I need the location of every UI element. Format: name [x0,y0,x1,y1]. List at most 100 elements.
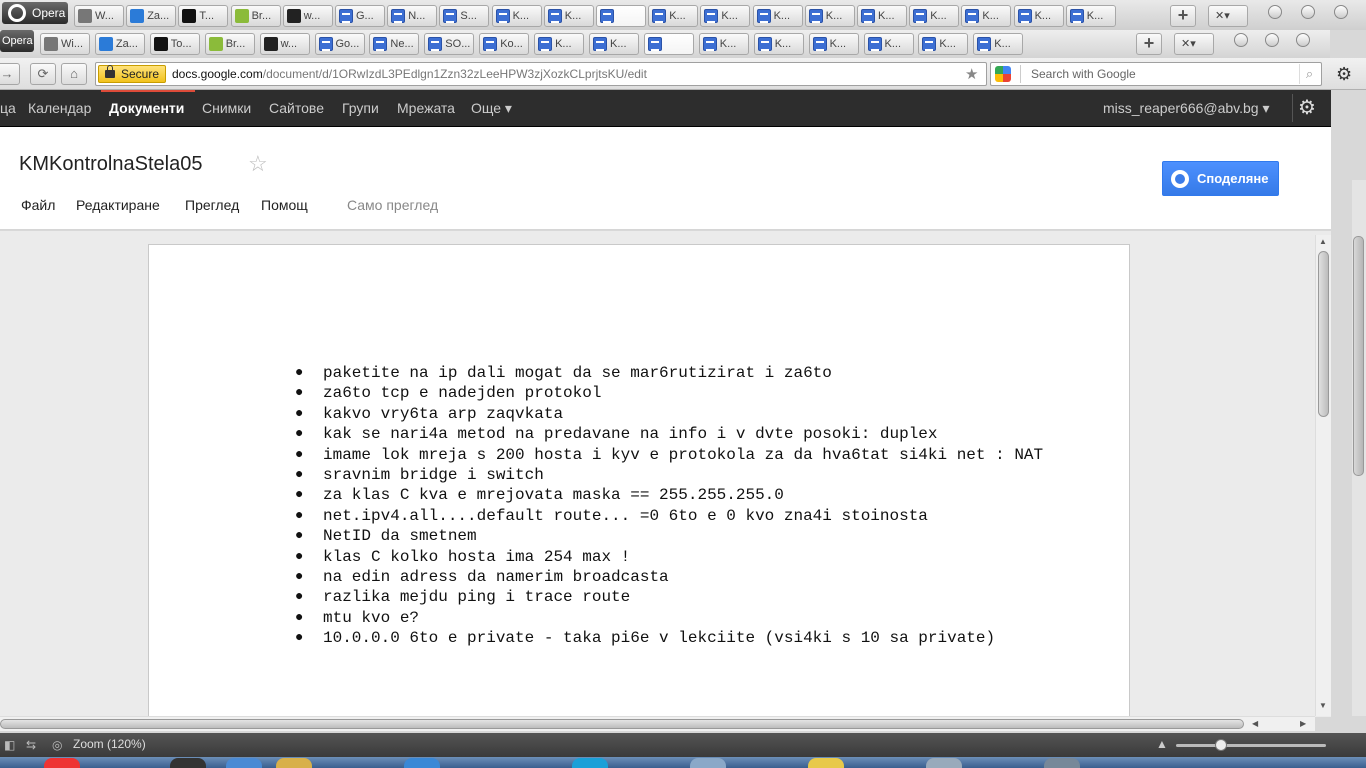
share-status-icon[interactable]: ⇆ [26,738,36,752]
closed-tabs-button[interactable]: ✕▾ [1208,5,1248,27]
gbar-item-more[interactable]: Още ▾ [471,100,512,117]
browser-tab[interactable]: T... [178,5,229,27]
browser-tab[interactable]: K... [973,33,1024,55]
browser-tab[interactable]: K... [909,5,960,27]
browser-tab[interactable]: K... [1013,5,1064,27]
new-tab-button[interactable]: + [1170,5,1196,27]
browser-tab[interactable]: Br... [204,33,255,55]
browser-tab[interactable]: w... [259,33,310,55]
taskbar-app-icon[interactable] [404,758,440,768]
browser-tab[interactable]: K... [589,33,639,55]
taskbar-app-icon[interactable] [572,758,608,768]
share-button[interactable]: Споделяне [1162,161,1279,196]
browser-tab[interactable]: Za... [126,5,177,27]
browser-tab[interactable]: N... [387,5,438,27]
gbar-item-calendar[interactable]: Календар [28,100,91,116]
gear-icon[interactable]: ⚙ [1298,95,1316,120]
gbar-item-groups[interactable]: Групи [342,100,379,116]
minimize-button-secondary[interactable] [1234,33,1248,47]
browser-tab[interactable]: K... [808,33,859,55]
browser-tab[interactable]: K... [1065,5,1116,27]
star-icon[interactable]: ☆ [248,151,268,177]
search-engine-selector[interactable] [993,65,1021,83]
browser-tab[interactable]: K... [700,5,751,27]
taskbar-app-icon[interactable] [808,758,844,768]
scroll-up-arrow-icon[interactable]: ▲ [1319,237,1327,246]
browser-tab[interactable]: K... [491,5,542,27]
secure-badge[interactable]: Secure [98,65,167,83]
opera-settings-gear-icon[interactable]: ⚙ [1336,64,1352,85]
browser-tab[interactable]: K... [753,33,804,55]
browser-tab[interactable]: W... [74,5,124,27]
browser-tab[interactable]: K... [698,33,749,55]
scroll-left-arrow-icon[interactable]: ◀ [1252,719,1258,728]
scroll-down-arrow-icon[interactable]: ▼ [1319,701,1327,710]
home-button[interactable]: ⌂ [61,63,87,85]
document-horizontal-scrollbar[interactable]: ◀ ▶ [0,716,1315,731]
reload-button[interactable]: ⟳ [30,63,56,85]
browser-tab[interactable]: Ko... [479,33,530,55]
close-window-button[interactable] [1334,5,1348,19]
browser-tab[interactable]: K... [863,33,914,55]
browser-tab[interactable]: G... [335,5,385,27]
vertical-scroll-thumb[interactable] [1318,251,1329,417]
browser-tab[interactable] [643,33,694,55]
page-vertical-scrollbar[interactable] [1352,180,1366,716]
bookmark-star-icon[interactable]: ★ [965,65,978,83]
zoom-slider-handle[interactable] [1215,739,1227,751]
url-field[interactable]: Secure docs.google.com/document/d/1ORwIz… [95,62,987,86]
gbar-item-partial[interactable]: ца [0,100,16,116]
menu-view[interactable]: Преглед [185,197,239,213]
closed-tabs-button-secondary[interactable]: ✕▾ [1174,33,1214,55]
search-field[interactable]: Search with Google ⌕ [990,62,1322,86]
panel-toggle-icon[interactable]: ◧ [4,738,15,752]
minimize-button[interactable] [1268,5,1282,19]
close-window-button-secondary[interactable] [1296,33,1310,47]
taskbar-app-icon[interactable] [276,758,312,768]
menu-file[interactable]: Файл [21,197,55,213]
browser-tab[interactable]: Wi... [40,33,90,55]
browser-tab[interactable]: S... [439,5,490,27]
taskbar-app-icon[interactable] [690,758,726,768]
taskbar-opera-icon[interactable] [44,758,80,768]
browser-tab[interactable]: K... [543,5,594,27]
opera-menu-button-secondary[interactable]: Opera [0,30,34,52]
forward-button[interactable]: → [0,63,20,85]
browser-tab[interactable]: w... [282,5,333,27]
opera-menu-button[interactable]: Opera [2,2,68,24]
browser-tab[interactable]: To... [149,33,200,55]
taskbar-app-icon[interactable] [226,758,262,768]
taskbar-app-icon[interactable] [1044,758,1080,768]
browser-tab[interactable]: Br... [230,5,281,27]
browser-tab[interactable] [596,5,646,27]
browser-tab[interactable]: K... [918,33,969,55]
browser-tab[interactable]: K... [804,5,855,27]
menu-edit[interactable]: Редактиране [76,197,160,213]
maximize-button-secondary[interactable] [1265,33,1279,47]
scroll-right-arrow-icon[interactable]: ▶ [1300,719,1306,728]
browser-tab[interactable]: K... [648,5,699,27]
taskbar-app-icon[interactable] [170,758,206,768]
page-scroll-thumb[interactable] [1353,236,1364,476]
zoom-slider[interactable] [1176,744,1326,747]
maximize-button[interactable] [1301,5,1315,19]
browser-tab[interactable]: K... [961,5,1012,27]
browser-tab[interactable]: Go... [314,33,365,55]
gbar-item-web[interactable]: Мрежата [397,100,455,116]
account-menu[interactable]: miss_reaper666@abv.bg ▾ [1103,100,1270,117]
zoom-out-icon[interactable]: ▲ [1156,737,1168,751]
document-vertical-scrollbar[interactable]: ▲ ▼ [1315,235,1331,716]
gbar-item-photos[interactable]: Снимки [202,100,251,116]
taskbar-app-icon[interactable] [926,758,962,768]
horizontal-scroll-thumb[interactable] [0,719,1244,729]
document-title[interactable]: KMKontrolnaStela05 [19,153,202,176]
browser-tab[interactable]: K... [534,33,585,55]
gbar-item-documents[interactable]: Документи [109,100,184,116]
gbar-item-sites[interactable]: Сайтове [269,100,324,116]
new-tab-button-secondary[interactable]: + [1136,33,1162,55]
browser-tab[interactable]: K... [752,5,803,27]
browser-tab[interactable]: Ne... [369,33,420,55]
menu-help[interactable]: Помощ [261,197,308,213]
zoom-icon[interactable]: ◎ [52,738,62,752]
search-icon[interactable]: ⌕ [1299,64,1319,84]
